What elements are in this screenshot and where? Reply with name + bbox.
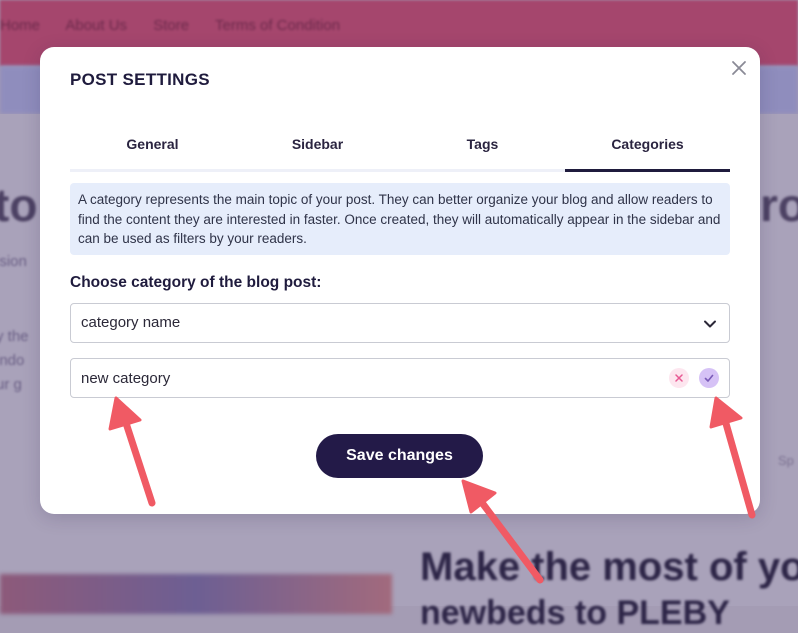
save-changes-button[interactable]: Save changes — [316, 434, 483, 478]
post-settings-modal: POST SETTINGS General Sidebar Tags Categ… — [40, 47, 760, 514]
tab-categories[interactable]: Categories — [565, 129, 730, 172]
category-select-value: category name — [81, 314, 181, 331]
tab-tags[interactable]: Tags — [400, 129, 565, 169]
background-title-fragment: to — [0, 179, 38, 231]
tab-general[interactable]: General — [70, 129, 235, 169]
confirm-new-category-button[interactable] — [699, 368, 719, 388]
cancel-new-category-button[interactable] — [669, 368, 689, 388]
category-label: Choose category of the blog post: — [70, 274, 322, 291]
background-text: y theindour g — [0, 328, 29, 393]
category-info-text: A category represents the main topic of … — [70, 183, 730, 255]
background-nav-item: About Us — [65, 17, 128, 34]
background-nav-item: Terms of Condition — [215, 17, 341, 34]
x-icon — [675, 374, 683, 382]
background-nav-item: Home — [0, 17, 41, 34]
tab-sidebar[interactable]: Sidebar — [235, 129, 400, 169]
background-heading: newbeds to PLEBY — [420, 594, 730, 632]
background-text: ision — [0, 253, 27, 270]
background-title-fragment: ro — [760, 179, 798, 231]
check-icon — [704, 374, 714, 382]
background-heading: Make the most of yo — [420, 545, 798, 589]
close-icon[interactable] — [730, 59, 748, 77]
background-text: Sp — [778, 453, 794, 468]
background-nav-items: Home About Us Store Terms of Condition — [0, 17, 362, 34]
category-select[interactable]: category name — [70, 303, 730, 343]
background-nav-item: Store — [153, 17, 190, 34]
chevron-down-icon — [704, 320, 716, 328]
background-image — [0, 574, 392, 614]
settings-tabs: General Sidebar Tags Categories — [70, 129, 730, 172]
modal-title: POST SETTINGS — [70, 70, 210, 89]
new-category-input[interactable] — [81, 367, 641, 389]
new-category-field — [70, 358, 730, 398]
